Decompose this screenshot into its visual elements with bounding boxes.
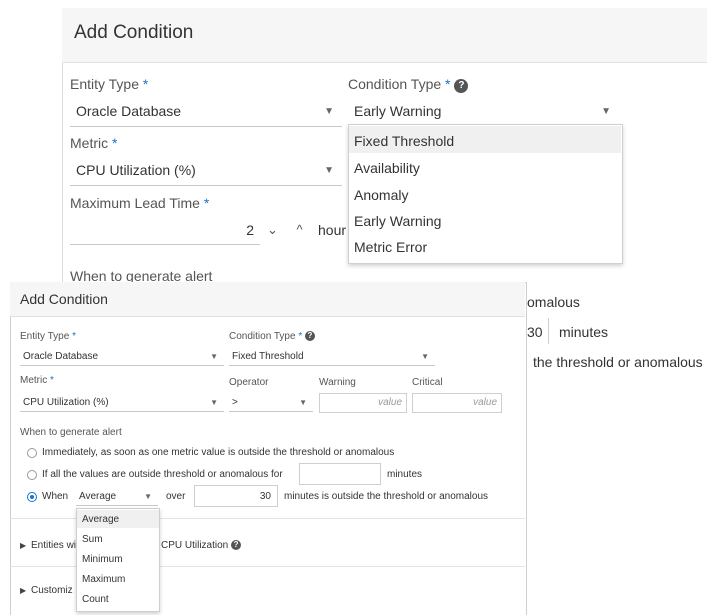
foreground-dialog-title: Add Condition bbox=[20, 291, 108, 307]
bg-partial-threshold: the threshold or anomalous bbox=[533, 354, 703, 370]
bg-entity-type-select[interactable]: Oracle Database ▼ bbox=[70, 97, 342, 127]
bg-metric-value: CPU Utilization (%) bbox=[76, 162, 196, 178]
bg-metric-select[interactable]: CPU Utilization (%) ▼ bbox=[70, 156, 342, 186]
chevron-down-icon: ▼ bbox=[421, 352, 429, 361]
when-minutes-input[interactable]: 30 bbox=[194, 485, 278, 507]
fg-condition-type-select[interactable]: Fixed Threshold ▼ bbox=[229, 348, 435, 366]
bg-condition-type-value: Early Warning bbox=[354, 103, 442, 119]
expand-triangle-icon[interactable]: ▶ bbox=[20, 586, 26, 595]
bg-max-lead-label: Maximum Lead Time * bbox=[70, 195, 210, 211]
bg-menu-item[interactable]: Early Warning bbox=[354, 213, 441, 229]
fg-entity-type-label: Entity Type * bbox=[20, 331, 76, 342]
fg-when-label: When to generate alert bbox=[20, 427, 122, 438]
all-values-minutes-input[interactable] bbox=[299, 463, 381, 485]
bg-max-lead-unit: hour bbox=[318, 222, 347, 238]
entities-section-label-suffix: CPU Utilization ? bbox=[161, 540, 242, 551]
chevron-down-icon: ▼ bbox=[601, 106, 611, 117]
fg-critical-input[interactable]: value bbox=[412, 393, 502, 413]
fg-operator-label: Operator bbox=[229, 377, 269, 388]
chevron-down-icon: ▼ bbox=[210, 398, 218, 407]
fg-metric-value: CPU Utilization (%) bbox=[23, 397, 109, 408]
fg-operator-value: > bbox=[232, 397, 238, 408]
chevron-down-icon: ▼ bbox=[324, 165, 334, 176]
radio-all-values[interactable] bbox=[27, 470, 37, 480]
fg-entity-type-select[interactable]: Oracle Database ▼ bbox=[20, 348, 224, 366]
chevron-down-icon: ▼ bbox=[324, 106, 334, 117]
option-when-suffix: minutes is outside the threshold or anom… bbox=[284, 491, 489, 502]
bg-menu-item[interactable]: Availability bbox=[354, 160, 420, 176]
radio-immediately[interactable] bbox=[27, 448, 37, 458]
option-all-values-label: If all the values are outside threshold … bbox=[42, 469, 283, 480]
bg-entity-type-value: Oracle Database bbox=[76, 103, 182, 119]
decrement-chevron-icon[interactable]: ⌄ bbox=[260, 217, 285, 243]
fg-condition-type-label: Condition Type * ? bbox=[229, 331, 315, 342]
help-icon[interactable]: ? bbox=[305, 331, 315, 341]
bg-partial-anomalous: omalous bbox=[527, 294, 580, 310]
customize-section-label[interactable]: Customiz bbox=[31, 585, 73, 596]
fg-warning-input[interactable]: value bbox=[319, 393, 407, 413]
bg-partial-minutes-value: 30 bbox=[527, 324, 543, 340]
bg-partial-minutes: minutes bbox=[559, 324, 609, 340]
chevron-down-icon: ▼ bbox=[299, 398, 307, 407]
bg-metric-label: Metric * bbox=[70, 135, 118, 151]
help-icon[interactable]: ? bbox=[231, 540, 242, 550]
fg-metric-label: Metric * bbox=[20, 375, 54, 386]
aggregation-select[interactable]: Average ▼ bbox=[76, 488, 158, 506]
option-when-over: over bbox=[166, 491, 186, 502]
chevron-down-icon: ▼ bbox=[144, 492, 152, 501]
bg-menu-item[interactable]: Fixed Threshold bbox=[354, 133, 454, 149]
fg-entity-type-value: Oracle Database bbox=[23, 351, 99, 362]
aggregation-menu-item[interactable]: Count bbox=[82, 594, 109, 605]
bg-menu-item[interactable]: Anomaly bbox=[354, 187, 408, 203]
radio-when[interactable] bbox=[27, 492, 37, 502]
aggregation-menu-item[interactable]: Average bbox=[82, 514, 119, 525]
option-immediately-label: Immediately, as soon as one metric value… bbox=[42, 447, 395, 458]
fg-condition-type-value: Fixed Threshold bbox=[232, 351, 304, 362]
bg-entity-type-label: Entity Type * bbox=[70, 76, 149, 92]
chevron-down-icon: ▼ bbox=[210, 352, 218, 361]
bg-condition-type-select[interactable]: Early Warning ▼ bbox=[348, 97, 621, 127]
expand-triangle-icon[interactable]: ▶ bbox=[20, 541, 26, 550]
aggregation-value: Average bbox=[79, 491, 117, 502]
aggregation-menu-item[interactable]: Sum bbox=[82, 534, 103, 545]
aggregation-menu-item[interactable]: Maximum bbox=[82, 574, 125, 585]
bg-condition-menu-list: Fixed Threshold Availability Anomaly Ear… bbox=[348, 124, 621, 262]
option-when-label: When bbox=[42, 491, 69, 502]
aggregation-menu-item[interactable]: Minimum bbox=[82, 554, 123, 565]
bg-menu-item[interactable]: Metric Error bbox=[354, 239, 427, 255]
aggregation-menu: Average Sum Minimum Maximum Count bbox=[76, 508, 160, 612]
bg-max-lead-input[interactable]: 2 bbox=[70, 215, 260, 245]
fg-metric-select[interactable]: CPU Utilization (%) ▼ bbox=[20, 394, 224, 412]
fg-critical-label: Critical bbox=[412, 377, 443, 388]
fg-operator-select[interactable]: > ▼ bbox=[229, 394, 313, 412]
bg-condition-type-label: Condition Type * ? bbox=[348, 76, 469, 93]
fg-warning-label: Warning bbox=[319, 377, 356, 388]
help-icon[interactable]: ? bbox=[454, 79, 469, 93]
background-dialog-title: Add Condition bbox=[74, 22, 194, 43]
option-all-values-suffix: minutes bbox=[387, 469, 423, 480]
increment-chevron-icon[interactable]: ^ bbox=[287, 217, 312, 243]
entities-section-label[interactable]: Entities wi bbox=[31, 540, 76, 551]
bg-input-edge bbox=[548, 318, 549, 344]
